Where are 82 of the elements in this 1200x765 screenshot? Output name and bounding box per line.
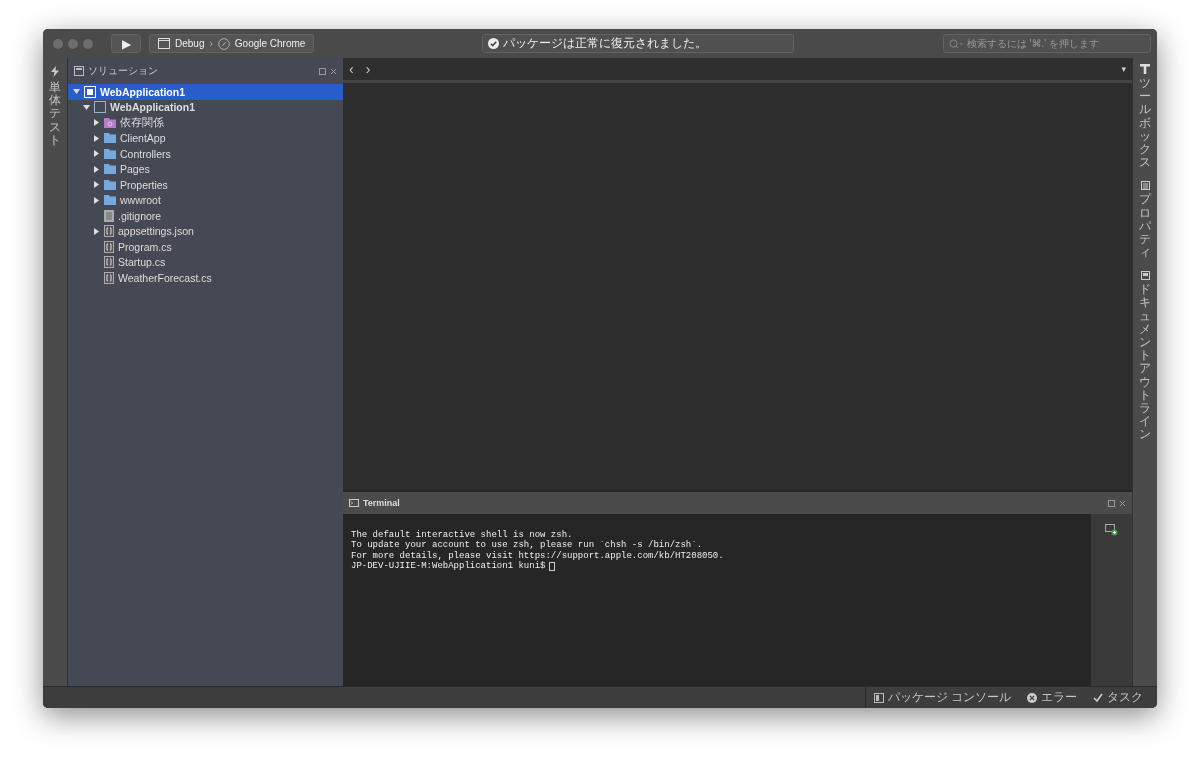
folder-icon [104, 148, 116, 159]
search-field[interactable]: 検索するには '⌘.' を押します [943, 34, 1151, 53]
code-file-icon [104, 240, 114, 253]
tree-item-label: Properties [120, 178, 168, 191]
file-icon [104, 209, 114, 222]
terminal-icon [349, 499, 359, 507]
new-terminal-icon[interactable] [1105, 524, 1118, 536]
code-file-icon [104, 271, 114, 284]
terminal-line: To update your account to use zsh, please run `chsh -s /bin/zsh`. [351, 540, 703, 551]
configuration-label: Debug [175, 38, 205, 49]
tree-item-label: .gitignore [118, 209, 162, 222]
panel-title: Terminal [363, 498, 400, 508]
folder-icon [104, 179, 116, 190]
code-file-icon [104, 225, 114, 238]
window-icon [158, 38, 170, 49]
status-bar-item[interactable]: エラー [1019, 687, 1085, 708]
dock-tab[interactable]: プロパティ [1139, 181, 1151, 260]
search-icon [949, 38, 964, 49]
lightning-icon [51, 66, 59, 77]
dock-tab[interactable]: ツールボックス [1139, 64, 1151, 170]
tree-item[interactable]: WeatherForecast.cs [68, 270, 343, 286]
tree-item-label: WebApplication1 [110, 101, 195, 114]
error-icon [1027, 692, 1037, 703]
forward-button[interactable]: › [365, 61, 371, 77]
console-icon [873, 692, 884, 703]
tree-item[interactable]: Controllers [68, 146, 343, 162]
dock-tab[interactable]: ドキュメントアウトライン [1139, 271, 1151, 442]
tree-item[interactable]: ClientApp [68, 130, 343, 146]
disclosure-triangle-icon[interactable] [92, 227, 100, 235]
tree-item-label: appsettings.json [118, 225, 194, 238]
tree-item-label: Pages [120, 163, 150, 176]
solution-icon [84, 85, 96, 98]
configuration-selector[interactable]: Debug › Google Chrome [149, 34, 315, 53]
tree-item[interactable]: .gitignore [68, 208, 343, 224]
run-button[interactable]: ▶ [111, 34, 141, 53]
tree-item[interactable]: Startup.cs [68, 254, 343, 270]
tree-item-label: wwwroot [120, 194, 161, 207]
folder-icon [104, 195, 116, 206]
checkmark-icon [1093, 693, 1103, 702]
tree-item-label: WebApplication1 [100, 85, 185, 98]
terminal-line: For more details, please visit https://support.apple.com/kb/HT208050. [351, 550, 724, 561]
tree-item-label: ClientApp [120, 132, 166, 145]
tab-menu-button[interactable]: ▾ [1121, 64, 1126, 74]
tree-item-label: Program.cs [118, 240, 172, 253]
back-button[interactable]: ‹ [349, 61, 354, 77]
compass-icon [217, 37, 230, 50]
toolbox-icon [1140, 64, 1150, 74]
tree-item[interactable]: Pages [68, 161, 343, 177]
maximize-icon[interactable] [319, 67, 326, 75]
terminal-line: JP-DEV-UJIIE-M:WebApplication1 kuni$ [351, 560, 546, 572]
folder-icon [104, 117, 116, 128]
project-icon [94, 101, 106, 114]
maximize-icon[interactable] [1108, 499, 1115, 507]
tree-item[interactable]: wwwroot [68, 192, 343, 208]
list-icon [1140, 181, 1150, 191]
tree-item-label: Startup.cs [118, 256, 166, 269]
close-icon[interactable] [330, 67, 337, 75]
target-label: Google Chrome [234, 38, 306, 49]
status-bar-item[interactable]: パッケージ コンソール [864, 687, 1019, 708]
text-cursor [549, 561, 556, 571]
tree-item-label: 依存関係 [120, 115, 164, 130]
tree-item[interactable]: appsettings.json [68, 223, 343, 239]
status-bar-item[interactable]: タスク [1085, 687, 1151, 708]
tree-item[interactable]: WebApplication1 [68, 99, 343, 115]
tree-item[interactable]: Properties [68, 177, 343, 193]
tree-item-label: WeatherForecast.cs [118, 271, 212, 284]
tree-item[interactable]: Program.cs [68, 239, 343, 255]
check-circle-icon [488, 38, 500, 49]
tree-item[interactable]: 依存関係 [68, 115, 343, 131]
status-message: パッケージは正常に復元されました。 [503, 35, 708, 52]
panel-icon [74, 66, 84, 76]
close-icon[interactable] [1119, 499, 1126, 507]
terminal-line: The default interactive shell is now zsh. [351, 530, 573, 540]
tree-item[interactable]: WebApplication1 [68, 84, 343, 100]
panel-title: ソリューション [88, 64, 158, 78]
tree-item-label: Controllers [120, 147, 171, 160]
dock-tab[interactable]: 単体テスト [49, 81, 61, 147]
code-file-icon [104, 256, 114, 269]
folder-icon [104, 164, 116, 175]
breadcrumb-separator: › [209, 38, 213, 49]
document-icon [1140, 271, 1150, 281]
folder-icon [104, 133, 116, 144]
